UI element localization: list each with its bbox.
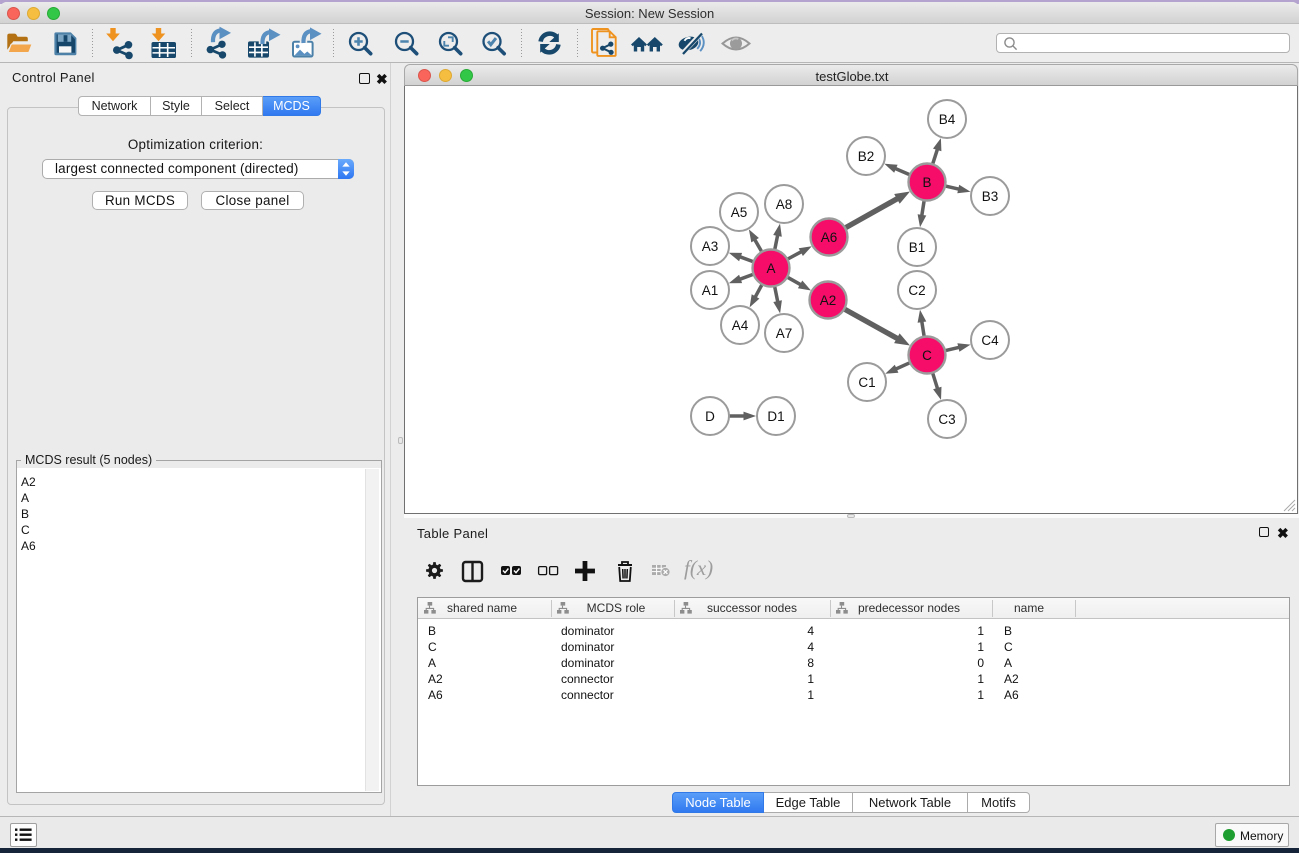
svg-text:B3: B3 <box>982 189 999 204</box>
svg-text:A: A <box>766 261 775 276</box>
svg-text:B4: B4 <box>939 112 956 127</box>
svg-text:B1: B1 <box>909 240 926 255</box>
svg-text:A6: A6 <box>821 230 838 245</box>
svg-text:A5: A5 <box>731 205 748 220</box>
svg-text:A1: A1 <box>702 283 719 298</box>
svg-text:D1: D1 <box>767 409 784 424</box>
svg-text:C3: C3 <box>938 412 955 427</box>
svg-text:C1: C1 <box>858 375 875 390</box>
svg-text:D: D <box>705 409 715 424</box>
svg-text:A7: A7 <box>776 326 793 341</box>
svg-text:A3: A3 <box>702 239 719 254</box>
svg-text:C: C <box>922 348 932 363</box>
svg-text:C4: C4 <box>981 333 999 348</box>
svg-text:A4: A4 <box>732 318 749 333</box>
svg-text:B2: B2 <box>858 149 875 164</box>
svg-text:C2: C2 <box>908 283 925 298</box>
svg-text:B: B <box>922 175 931 190</box>
svg-text:A2: A2 <box>820 293 837 308</box>
svg-text:f(x): f(x) <box>684 556 713 580</box>
svg-text:A8: A8 <box>776 197 793 212</box>
